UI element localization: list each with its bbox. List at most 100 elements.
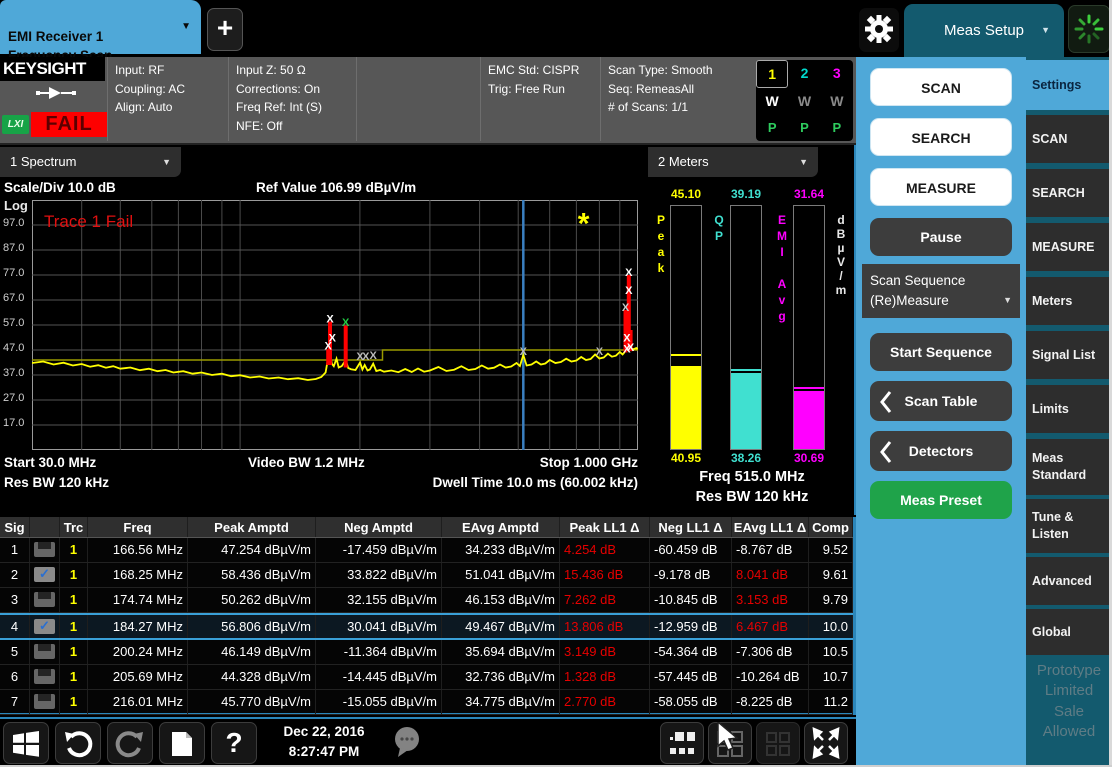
peak-marker-x: X [625, 267, 633, 279]
column-header[interactable]: Neg LL1 Δ [650, 517, 732, 537]
spectrum-chart[interactable]: 17.027.037.047.057.067.077.087.097.0 Log… [0, 200, 646, 452]
menu-tab-meters[interactable]: Meters [1026, 277, 1112, 325]
trace-2-peak-cell[interactable]: P [788, 115, 820, 142]
table-row[interactable]: 4 ✓ 1 184.27 MHz 56.806 dBµV/m 30.041 dB… [0, 613, 853, 640]
file-button[interactable] [159, 722, 205, 764]
sig-number: 1 [0, 538, 30, 562]
trace-number: 1 [60, 563, 88, 587]
meas-setup-dropdown[interactable]: Meas Setup ▼ [904, 4, 1064, 57]
trace-number: 1 [60, 615, 88, 638]
trace-3-write-cell[interactable]: W [821, 88, 853, 115]
emi-avg-current-value: 30.69 [787, 451, 831, 465]
peak-meter-label: Peak [654, 213, 668, 277]
scan-button[interactable]: SCAN [870, 68, 1012, 106]
measure-button[interactable]: MEASURE [870, 168, 1012, 206]
tab-emi-receiver[interactable]: EMI Receiver 1 Frequency Scan ▼ [0, 0, 201, 54]
menu-tab-settings[interactable]: Settings [1026, 60, 1112, 110]
menu-tab-advanced[interactable]: Advanced [1026, 557, 1112, 605]
trace-3-cell[interactable]: 3 [821, 60, 853, 88]
grid-windows-button[interactable] [756, 722, 800, 764]
row-checkbox-checked[interactable]: ✓ [34, 567, 55, 582]
column-header[interactable]: Peak Amptd [188, 517, 316, 537]
windows-start-button[interactable] [3, 722, 49, 764]
pause-button[interactable]: Pause [870, 218, 1012, 256]
row-checkbox-unchecked[interactable] [34, 592, 55, 607]
fullscreen-button[interactable] [804, 722, 848, 764]
spectrum-plot[interactable]: XXXXXXXXXXXXXXX* [32, 200, 638, 455]
emi-avg-max-value: 31.64 [787, 187, 831, 201]
trace-1-peak-cell[interactable]: P [756, 115, 788, 142]
table-row[interactable]: 1 1 166.56 MHz 47.254 dBµV/m -17.459 dBµ… [0, 538, 853, 563]
emi-avg-meter-label: EMI Avg [775, 213, 789, 325]
table-row[interactable]: 3 1 174.74 MHz 50.262 dBµV/m 32.155 dBµV… [0, 588, 853, 613]
column-header[interactable]: Comp [809, 517, 853, 537]
detectors-button[interactable]: Detectors [870, 431, 1012, 471]
menu-tab-meas-standard[interactable]: Meas Standard [1026, 439, 1112, 495]
row-checkbox-unchecked[interactable] [34, 694, 55, 709]
column-header[interactable]: EAvg Amptd [442, 517, 560, 537]
row-checkbox-unchecked[interactable] [34, 644, 55, 659]
column-header[interactable]: Neg Amptd [316, 517, 442, 537]
settings-gear-button[interactable] [859, 8, 899, 52]
spectrum-window-dropdown[interactable]: 1 Spectrum ▼ [0, 147, 181, 177]
table-row[interactable]: 2 ✓ 1 168.25 MHz 58.436 dBµV/m 33.822 dB… [0, 563, 853, 588]
corrections-setting: Corrections: On [236, 80, 356, 99]
column-header[interactable]: Trc [60, 517, 88, 537]
trace-1-cell[interactable]: 1 [756, 60, 788, 88]
mouse-cursor [714, 722, 744, 756]
row-checkbox-checked[interactable]: ✓ [34, 619, 55, 634]
trace-2-cell[interactable]: 2 [788, 60, 820, 88]
column-header[interactable]: Peak LL1 Δ [560, 517, 650, 537]
menu-tab-scan[interactable]: SCAN [1026, 115, 1112, 163]
table-row[interactable]: 6 1 205.69 MHz 44.328 dBµV/m -14.445 dBµ… [0, 665, 853, 690]
menu-tab-limits[interactable]: Limits [1026, 385, 1112, 433]
peak-current-value: 40.95 [664, 451, 708, 465]
start-sequence-button[interactable]: Start Sequence [870, 333, 1012, 371]
menu-tab-measure[interactable]: MEASURE [1026, 223, 1112, 271]
column-header[interactable] [30, 517, 60, 537]
signal-list-table[interactable]: Sig TrcFreqPeak AmptdNeg AmptdEAvg AmptdP… [0, 517, 856, 715]
redo-button[interactable] [107, 722, 153, 764]
trace-3-peak-cell[interactable]: P [821, 115, 853, 142]
neg-amptd: -15.055 dBµV/m [316, 690, 442, 714]
eavg-limit-delta: 3.153 dB [732, 588, 809, 612]
menu-tab-global[interactable]: Global [1026, 609, 1112, 655]
signal-freq: 166.56 MHz [88, 538, 188, 562]
meters-window: 2 Meters ▼ 45.10 39.19 31.64 Peak QP EMI… [648, 145, 856, 515]
keysight-logo: KEYSIGHT [0, 57, 105, 81]
tile-windows-button[interactable] [660, 722, 704, 764]
help-button[interactable]: ? [211, 722, 257, 764]
eavg-limit-delta: -8.767 dB [732, 538, 809, 562]
signal-table-body: 1 1 166.56 MHz 47.254 dBµV/m -17.459 dBµ… [0, 538, 853, 715]
search-button[interactable]: SEARCH [870, 118, 1012, 156]
y-axis-label: 37.0 [3, 367, 31, 379]
row-checkbox-unchecked[interactable] [34, 542, 55, 557]
menu-tab-signal-list[interactable]: Signal List [1026, 331, 1112, 379]
column-header[interactable]: Sig [0, 517, 30, 537]
column-header[interactable]: Freq [88, 517, 188, 537]
table-row[interactable]: 7 1 216.01 MHz 45.770 dBµV/m -15.055 dBµ… [0, 690, 853, 715]
row-checkbox-unchecked[interactable] [34, 669, 55, 684]
meas-preset-button[interactable]: Meas Preset [870, 481, 1012, 519]
trace-1-write-cell[interactable]: W [756, 88, 788, 115]
trace-status-grid[interactable]: 1 2 3 W W W P P P [756, 60, 853, 141]
menu-tab-tune-listen[interactable]: Tune & Listen [1026, 499, 1112, 553]
eavg-amptd: 34.775 dBµV/m [442, 690, 560, 714]
video-bw-label: Video BW 1.2 MHz [248, 453, 365, 473]
peak-limit-delta: 3.149 dB [560, 640, 650, 664]
meters-window-dropdown[interactable]: 2 Meters ▼ [648, 147, 818, 177]
header-info-bar: KEYSIGHT LXI FAIL Input: RF Coupling: AC… [0, 57, 856, 145]
table-row[interactable]: 5 1 200.24 MHz 46.149 dBµV/m -11.364 dBµ… [0, 640, 853, 665]
chat-bubble-icon[interactable] [390, 725, 426, 759]
meter-res-bw-label: Res BW 120 kHz [648, 489, 856, 505]
meter-current-values: 40.95 38.26 30.69 [648, 451, 856, 465]
menu-tab-search[interactable]: SEARCH [1026, 169, 1112, 217]
trace-2-write-cell[interactable]: W [788, 88, 820, 115]
meas-preset-label: Meas Preset [900, 492, 982, 508]
add-tab-button[interactable]: + [207, 8, 243, 51]
datetime-display[interactable]: Dec 22, 2016 8:27:47 PM [264, 722, 384, 764]
scan-sequence-dropdown[interactable]: Scan Sequence (Re)Measure ▼ [862, 264, 1020, 318]
column-header[interactable]: EAvg LL1 Δ [732, 517, 809, 537]
scan-table-button[interactable]: Scan Table [870, 381, 1012, 421]
undo-button[interactable] [55, 722, 101, 764]
